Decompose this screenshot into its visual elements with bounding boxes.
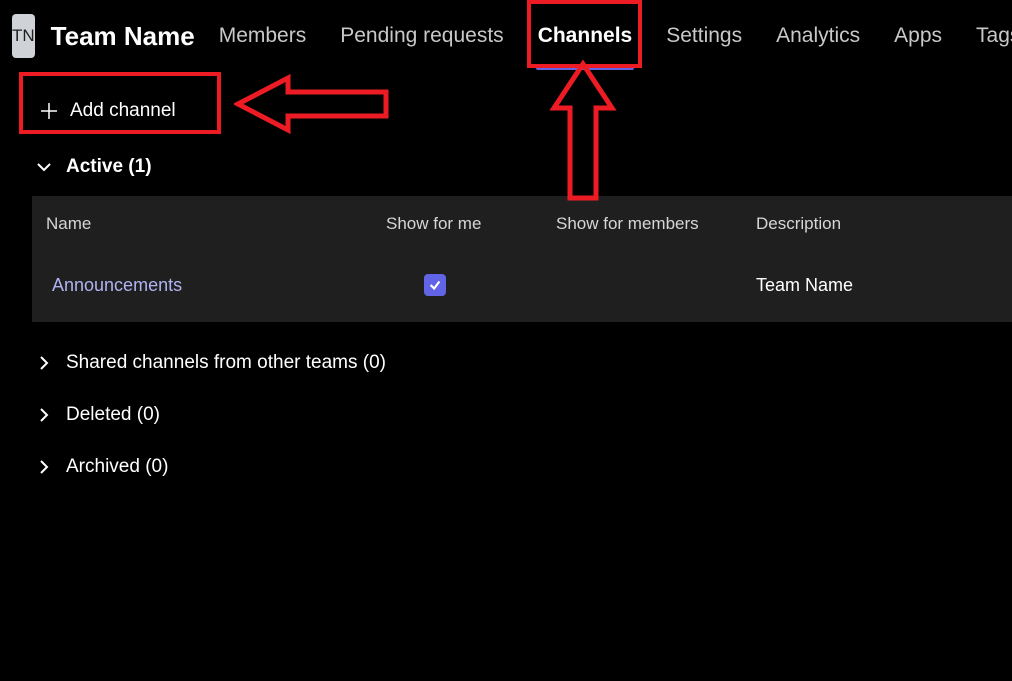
table-header: Name Show for me Show for members Descri… [32,196,1012,252]
section-shared-header[interactable]: Shared channels from other teams (0) [36,352,1012,374]
team-title: Team Name [51,21,195,52]
show-for-me-cell [386,274,556,296]
add-channel-button[interactable]: Add channel [36,94,180,128]
team-avatar-initials: TN [12,26,35,46]
content: Add channel Active (1) Name Show for me … [0,76,1012,478]
chevron-right-icon [36,355,52,371]
annotation-arrow-up [548,60,618,204]
checkbox-show-for-me[interactable] [424,274,446,296]
plus-icon [40,102,58,120]
annotation-arrow-left [234,74,394,134]
col-show-for-me[interactable]: Show for me [386,214,556,234]
team-header: TN Team Name Members Pending requests Ch… [0,0,1012,76]
section-active-label: Active (1) [66,156,152,178]
tab-pending-requests[interactable]: Pending requests [336,16,507,56]
tab-analytics[interactable]: Analytics [772,16,864,56]
section-deleted-label: Deleted (0) [66,404,160,426]
tab-tags[interactable]: Tags [972,16,1012,56]
tab-channels[interactable]: Channels [534,16,637,56]
description-cell: Team Name [756,275,998,296]
channel-name[interactable]: Announcements [52,275,386,296]
chevron-right-icon [36,459,52,475]
tab-settings[interactable]: Settings [662,16,746,56]
tab-members[interactable]: Members [215,16,311,56]
tabs: Members Pending requests Channels Settin… [215,16,1012,56]
team-avatar: TN [12,14,35,58]
section-deleted-header[interactable]: Deleted (0) [36,404,1012,426]
section-archived-label: Archived (0) [66,456,168,478]
section-shared-label: Shared channels from other teams (0) [66,352,386,374]
chevron-right-icon [36,407,52,423]
channels-table: Name Show for me Show for members Descri… [32,196,1012,322]
chevron-down-icon [36,159,52,175]
col-description[interactable]: Description [756,214,998,234]
section-active-header[interactable]: Active (1) [36,156,1012,178]
add-channel-label: Add channel [70,100,176,122]
table-row[interactable]: Announcements Team Name [32,252,1012,322]
col-show-for-members[interactable]: Show for members [556,214,756,234]
section-archived-header[interactable]: Archived (0) [36,456,1012,478]
col-name[interactable]: Name [46,214,386,234]
tab-apps[interactable]: Apps [890,16,946,56]
